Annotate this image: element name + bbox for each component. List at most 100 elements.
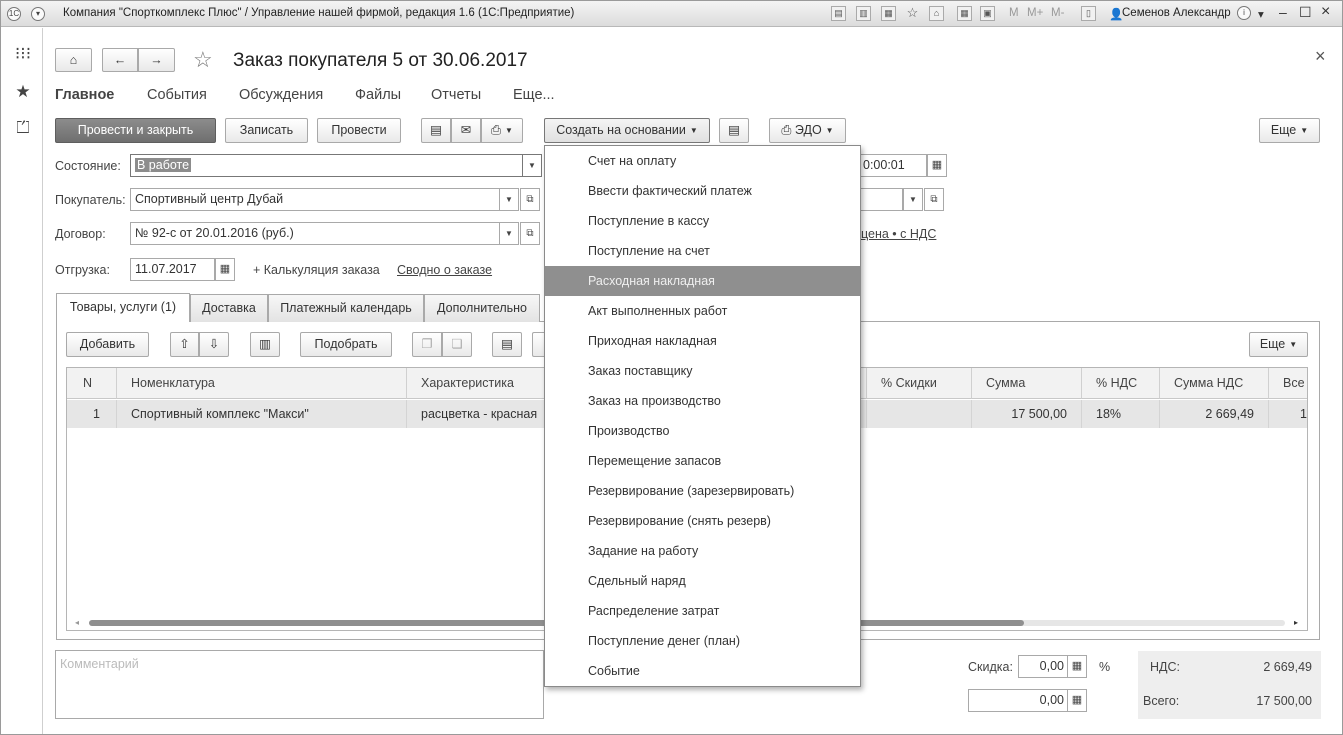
nav-reports[interactable]: Отчеты bbox=[431, 87, 481, 103]
table-row-sum[interactable]: 17 500,00 bbox=[972, 400, 1082, 428]
menu-item-purchase-invoice[interactable]: Приходная накладная bbox=[545, 326, 860, 356]
memory-m[interactable]: M bbox=[1009, 7, 1019, 19]
save-button[interactable]: Записать bbox=[225, 118, 308, 143]
back-button[interactable]: ← bbox=[102, 48, 138, 72]
memory-m-plus[interactable]: M+ bbox=[1027, 7, 1043, 19]
chevron-down-icon[interactable]: ▾ bbox=[1258, 7, 1264, 21]
column-header-vat-rate[interactable]: % НДС bbox=[1082, 368, 1160, 399]
calculator-icon[interactable]: ▦ bbox=[957, 6, 972, 21]
menu-item-work-certificate[interactable]: Акт выполненных работ bbox=[545, 296, 860, 326]
scroll-left-icon[interactable]: ◂ bbox=[75, 618, 79, 627]
open-buyer-icon[interactable]: ⧉ bbox=[520, 188, 540, 211]
settings-icon[interactable]: ▤ bbox=[492, 332, 522, 357]
favorite-star-icon[interactable]: ☆ bbox=[193, 47, 213, 73]
status-dropdown[interactable]: ▼ bbox=[522, 154, 542, 177]
bookmark-icon[interactable]: ⌂ bbox=[929, 6, 944, 21]
document-icon[interactable]: ▤ bbox=[421, 118, 451, 143]
info-icon[interactable]: i bbox=[1237, 6, 1251, 20]
tab-additional[interactable]: Дополнительно bbox=[424, 294, 540, 322]
print-icon[interactable]: ▥ bbox=[856, 6, 871, 21]
price-type-link[interactable]: цена • с НДС bbox=[861, 227, 936, 241]
open-contract-icon[interactable]: ⧉ bbox=[520, 222, 540, 245]
tab-goods-services[interactable]: Товары, услуги (1) bbox=[56, 293, 190, 322]
barcode-icon[interactable]: ▥ bbox=[250, 332, 280, 357]
memory-m-minus[interactable]: M- bbox=[1051, 7, 1064, 19]
more-button[interactable]: Еще ▼ bbox=[1259, 118, 1320, 143]
preview-icon[interactable]: ▦ bbox=[881, 6, 896, 21]
table-row-total[interactable]: 1 bbox=[1269, 400, 1307, 428]
contract-field[interactable]: № 92-с от 20.01.2016 (руб.) bbox=[130, 222, 500, 245]
app-menu-icon[interactable]: 1С bbox=[7, 7, 21, 21]
column-header-n[interactable]: N bbox=[67, 368, 117, 399]
calendar-icon[interactable]: ▦ bbox=[215, 258, 235, 281]
column-header-sum[interactable]: Сумма bbox=[972, 368, 1082, 399]
calculator-icon[interactable]: ▦ bbox=[1067, 655, 1087, 678]
organization-field[interactable] bbox=[859, 188, 903, 211]
column-header-item[interactable]: Номенклатура bbox=[117, 368, 407, 399]
table-row-vat-sum[interactable]: 2 669,49 bbox=[1160, 400, 1269, 428]
menu-item-stock-transfer[interactable]: Перемещение запасов bbox=[545, 446, 860, 476]
shipment-date-field[interactable]: 11.07.2017 bbox=[130, 258, 215, 281]
menu-item-cost-allocation[interactable]: Распределение затрат bbox=[545, 596, 860, 626]
nav-events[interactable]: События bbox=[147, 87, 207, 103]
print-button[interactable]: ⎙ ▼ bbox=[481, 118, 523, 143]
status-field[interactable]: В работе bbox=[130, 154, 523, 177]
column-header-vat-sum[interactable]: Сумма НДС bbox=[1160, 368, 1269, 399]
home-button[interactable]: ⌂ bbox=[55, 48, 92, 72]
add-row-button[interactable]: Добавить bbox=[66, 332, 149, 357]
maximize-icon[interactable]: ☐ bbox=[1299, 4, 1312, 21]
favorite-star-icon[interactable]: ☆ bbox=[905, 6, 920, 21]
table-row-n[interactable]: 1 bbox=[67, 400, 117, 428]
buyer-field[interactable]: Спортивный центр Дубай bbox=[130, 188, 500, 211]
tab-delivery[interactable]: Доставка bbox=[190, 294, 268, 322]
menu-item-bank-receipt[interactable]: Поступление на счет bbox=[545, 236, 860, 266]
time-field[interactable]: 0:00:01 bbox=[859, 154, 927, 177]
current-user[interactable]: Семенов Александр bbox=[1122, 7, 1231, 19]
menu-item-invoice[interactable]: Счет на оплату bbox=[545, 146, 860, 176]
save-icon[interactable]: ▤ bbox=[831, 6, 846, 21]
nav-more[interactable]: Еще... bbox=[513, 87, 555, 103]
menu-item-planned-receipt[interactable]: Поступление денег (план) bbox=[545, 626, 860, 656]
menu-item-actual-payment[interactable]: Ввести фактический платеж bbox=[545, 176, 860, 206]
menu-item-work-task[interactable]: Задание на работу bbox=[545, 536, 860, 566]
copy-icon[interactable]: ❐ bbox=[412, 332, 442, 357]
edo-button[interactable]: ⎙ ЭДО ▼ bbox=[769, 118, 846, 143]
menu-item-production[interactable]: Производство bbox=[545, 416, 860, 446]
calendar-icon[interactable]: ▣ bbox=[980, 6, 995, 21]
table-row-vat-rate[interactable]: 18% bbox=[1082, 400, 1160, 428]
comment-field[interactable]: Комментарий bbox=[55, 650, 544, 719]
discount-percent-field[interactable]: 0,00 bbox=[1018, 655, 1068, 678]
history-icon[interactable]: ⏍ bbox=[13, 118, 33, 138]
menu-item-cash-receipt[interactable]: Поступление в кассу bbox=[545, 206, 860, 236]
table-row-item[interactable]: Спортивный комплекс "Макси" bbox=[117, 400, 407, 428]
menu-item-reserve[interactable]: Резервирование (зарезервировать) bbox=[545, 476, 860, 506]
create-based-on-button[interactable]: Создать на основании ▼ bbox=[544, 118, 710, 143]
menu-item-event[interactable]: Событие bbox=[545, 656, 860, 686]
close-document-icon[interactable]: × bbox=[1315, 46, 1326, 67]
calendar-icon[interactable]: ▦ bbox=[927, 154, 947, 177]
move-down-icon[interactable]: ⇩ bbox=[199, 332, 229, 357]
pick-button[interactable]: Подобрать bbox=[300, 332, 392, 357]
nav-main[interactable]: Главное bbox=[55, 87, 114, 103]
scroll-right-icon[interactable]: ▸ bbox=[1294, 618, 1298, 627]
minimize-icon[interactable]: – bbox=[1279, 4, 1287, 20]
move-up-icon[interactable]: ⇧ bbox=[170, 332, 199, 357]
open-organization-icon[interactable]: ⧉ bbox=[924, 188, 944, 211]
mail-icon[interactable]: ✉ bbox=[451, 118, 481, 143]
column-header-discount[interactable]: % Скидки bbox=[867, 368, 972, 399]
calculator-icon[interactable]: ▦ bbox=[1067, 689, 1087, 712]
organization-dropdown[interactable]: ▼ bbox=[903, 188, 923, 211]
calculation-link[interactable]: + Калькуляция заказа bbox=[253, 263, 380, 277]
menu-item-sales-invoice[interactable]: Расходная накладная bbox=[545, 266, 860, 296]
nav-files[interactable]: Файлы bbox=[355, 87, 401, 103]
report-icon[interactable]: ▤ bbox=[719, 118, 749, 143]
column-header-total[interactable]: Все bbox=[1269, 368, 1307, 399]
close-window-icon[interactable]: × bbox=[1321, 3, 1330, 21]
table-row-discount[interactable] bbox=[867, 400, 972, 428]
panel-toggle-icon[interactable]: ▯ bbox=[1081, 6, 1096, 21]
post-and-close-button[interactable]: Провести и закрыть bbox=[55, 118, 216, 143]
sections-grid-icon[interactable]: ⁝⁝⁝ bbox=[13, 44, 33, 64]
post-button[interactable]: Провести bbox=[317, 118, 401, 143]
paste-icon[interactable]: ❏ bbox=[442, 332, 472, 357]
nav-discussions[interactable]: Обсуждения bbox=[239, 87, 323, 103]
